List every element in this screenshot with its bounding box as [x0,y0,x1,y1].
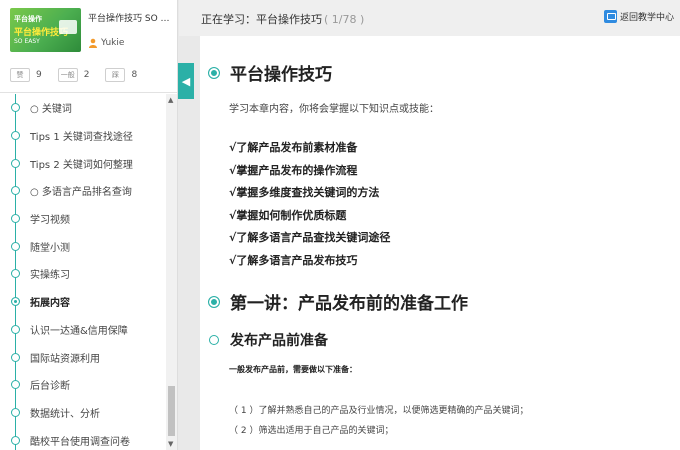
chapter-label: 认识一达通&信用保障 [30,325,128,337]
step-item: （ 1 ）了解并熟悉自己的产品及行业情况，以便筛选更精确的产品关键词； [229,406,529,416]
chapter-label: ○ 关键词 [30,104,72,116]
timeline-node-icon [11,324,20,334]
chapter-label: Tips 2 关键词如何整理 [30,159,133,171]
dislike-count: 8 [131,70,138,80]
section-title-text: 发布产品前准备 [230,333,328,349]
timeline-node-icon [11,186,20,196]
scroll-down-icon[interactable]: ▼ [168,440,173,448]
chapter-item[interactable]: 认识一达通&信用保障 [0,316,168,344]
chapter-item[interactable]: 后台诊断 [0,371,168,399]
timeline-node-icon [11,435,20,445]
author-name: Yukie [101,38,125,48]
section-bullet-icon [209,335,219,345]
chapter-label: 拓展内容 [30,298,70,310]
lesson-progress: ( 1/78 ) [324,13,365,26]
lecture-title-text: 第一讲：产品发布前的准备工作 [230,294,468,314]
monitor-icon [603,10,617,23]
chapter-item[interactable]: Tips 1 关键词查找途径 [0,122,168,150]
chapter-item[interactable]: 数据统计、分析 [0,399,168,427]
timeline-node-icon [11,407,20,417]
objective-item: √掌握多维度查找关键词的方法 [229,186,380,200]
section-title: 发布产品前准备 [208,330,328,350]
objectives-list: √了解产品发布前素材准备 √掌握产品发布的操作流程 √掌握多维度查找关键词的方法 √掌… [229,139,390,275]
preparation-lead: 一般发布产品前，需要做以下准备： [229,365,357,374]
back-label: 返回教学中心 [619,13,674,23]
sidebar-scrollbar[interactable]: ▲ ▼ [166,94,177,450]
step-item: （ 2 ）筛选出适用于自己产品的关键词； [229,426,394,436]
timeline-node-icon [11,380,20,390]
neutral-count: 2 [83,70,90,80]
timeline-node-icon [11,103,20,113]
now-learning: 正在学习：平台操作技巧( 1/78 ) [201,11,364,27]
objective-item: √了解产品发布前素材准备 [229,141,358,154]
lesson-content: 平台操作技巧 学习本章内容，你将会掌握以下知识点或技能： √了解产品发布前素材准… [200,36,680,450]
lesson-title-text: 平台操作技巧 [230,65,332,85]
scrollbar-thumb[interactable] [168,386,175,436]
chapter-list: ○ 关键词 Tips 1 关键词查找途径 Tips 2 关键词如何整理 ○ 多语言产品… [0,94,168,450]
course-title[interactable]: 平台操作技巧 SO E... [88,11,174,24]
chapter-item[interactable]: 随堂小测 [0,232,168,260]
chapter-label: 随堂小测 [30,242,70,254]
lesson-intro: 学习本章内容，你将会掌握以下知识点或技能： [229,104,439,115]
chevron-left-icon: ◀ [181,74,191,88]
chapter-item[interactable]: Tips 2 关键词如何整理 [0,149,168,177]
heading-bullet-icon [208,295,220,308]
laptop-icon [59,20,77,34]
chapter-label: 实操练习 [30,270,70,282]
timeline-node-icon [11,131,20,141]
chapter-item[interactable]: 拓展内容 [0,288,168,316]
objective-item: √了解多语言产品发布技巧 [229,253,358,267]
chapter-item[interactable]: 学习视频 [0,205,168,233]
collapse-sidebar-button[interactable]: ◀ [178,63,194,99]
timeline-node-icon [11,297,20,307]
chapter-item[interactable]: ○ 关键词 [0,94,168,122]
chapter-label: 酷校平台使用调查问卷 [30,436,130,448]
course-sidebar: 平台操作 平台操作技巧 SO EASY 平台操作技巧 SO E... Yukie… [0,0,178,450]
timeline-node-icon [11,158,20,168]
rating-like[interactable]: 赞 9 [10,68,42,82]
neutral-icon[interactable]: 一般 [57,68,78,82]
timeline-node-icon [11,241,20,251]
chapter-label: ○ 多语言产品排名查询 [30,187,132,199]
rating-neutral[interactable]: 一般 2 [57,68,90,82]
now-learning-label: 正在学习：平台操作技巧 [201,13,322,26]
rating-stats: 赞 9 一般 2 踩 8 [10,68,153,82]
chapter-label: 国际站资源利用 [30,353,100,365]
chapter-item[interactable]: ○ 多语言产品排名查询 [0,177,168,205]
thumb-line3: SO EASY [14,38,40,45]
chapter-label: 学习视频 [30,215,70,227]
rating-dislike[interactable]: 踩 8 [105,68,137,82]
course-author: Yukie [88,38,124,48]
timeline-node-icon [11,352,20,362]
thumb-line1: 平台操作 [14,15,42,23]
chapter-label: Tips 1 关键词查找途径 [30,132,133,144]
course-header: 平台操作 平台操作技巧 SO EASY 平台操作技巧 SO E... Yukie… [0,0,177,93]
dislike-icon[interactable]: 踩 [105,68,126,82]
lecture-title: 第一讲：产品发布前的准备工作 [208,289,468,314]
back-to-center-button[interactable]: 返回教学中心 [603,10,674,23]
chapter-item[interactable]: 酷校平台使用调查问卷 [0,426,168,450]
objective-item: √掌握如何制作优质标题 [229,208,347,222]
person-icon [89,38,97,48]
scroll-up-icon[interactable]: ▲ [168,96,173,104]
like-icon[interactable]: 赞 [10,68,30,82]
course-thumbnail: 平台操作 平台操作技巧 SO EASY [10,8,81,52]
like-count: 9 [36,70,42,80]
top-bar: 正在学习：平台操作技巧( 1/78 ) 返回教学中心 [179,0,680,36]
chapter-label: 数据统计、分析 [30,408,100,420]
chapter-item[interactable]: 国际站资源利用 [0,343,168,371]
objective-item: √掌握产品发布的操作流程 [229,163,358,177]
chapter-item[interactable]: 实操练习 [0,260,168,288]
timeline-node-icon [11,214,20,224]
timeline-node-icon [11,269,20,279]
heading-bullet-icon [208,66,220,79]
chapter-label: 后台诊断 [30,381,70,393]
lesson-title: 平台操作技巧 [208,60,332,85]
objective-item: √了解多语言产品查找关键词途径 [229,231,391,245]
